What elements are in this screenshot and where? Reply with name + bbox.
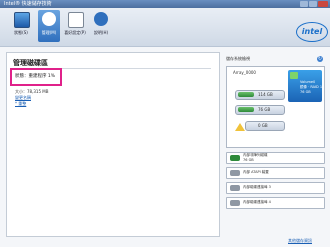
pane-title: 管理磁碟區 xyxy=(13,59,48,67)
optical-drive-icon xyxy=(230,170,240,176)
help-icon xyxy=(94,12,108,26)
status-tab[interactable]: 狀態(S) xyxy=(12,10,30,42)
storage-view-title: 儲存系統檢視 xyxy=(226,56,250,61)
disk-size: 76 GB xyxy=(258,107,271,112)
preferences-tab-label: 喜好設定(P) xyxy=(64,30,86,35)
disk-icon xyxy=(230,155,240,161)
disk-size: 114 GB xyxy=(258,92,273,97)
volume-tile[interactable]: Volume0 鏡像 · RAID 1 76 GB xyxy=(288,70,322,102)
volume-size: 76 GB xyxy=(300,90,311,94)
manage-tab-label: 管理(M) xyxy=(41,30,57,35)
disk-size: 0 GB xyxy=(258,123,268,128)
refresh-link[interactable]: * 重整 xyxy=(15,101,26,107)
port-row[interactable]: 內部 ATAPI 裝置 xyxy=(226,167,325,179)
storage-view-pane: 儲存系統檢視 ↻ Array_0000 114 GB 76 GB 0 GB Vo… xyxy=(222,52,325,235)
port-label: 內部磁碟連接埠 4 xyxy=(243,200,271,204)
port-icon xyxy=(230,200,240,206)
help-tab-label: 說明(H) xyxy=(93,30,109,35)
status-text: 狀態：重建程序 1% xyxy=(15,74,56,79)
manage-tab[interactable]: 管理(M) xyxy=(38,10,60,42)
toolbar: 狀態(S) 管理(M) 喜好設定(P) 說明(H) intel xyxy=(0,8,330,47)
help-tab[interactable]: 說明(H) xyxy=(92,10,110,42)
app-window: Intel® 快速儲存技術 狀態(S) 管理(M) 喜好設定(P) 說明(H) … xyxy=(0,0,330,247)
disk-row[interactable]: 0 GB xyxy=(245,121,285,131)
gear-icon xyxy=(42,12,56,26)
title-bar: Intel® 快速儲存技術 xyxy=(0,0,330,8)
disk-icon xyxy=(238,92,254,97)
port-row[interactable]: 內部非陣列磁碟 76 GB xyxy=(226,152,325,164)
preferences-tab[interactable]: 喜好設定(P) xyxy=(64,10,86,42)
port-row[interactable]: 內部磁碟連接埠 4 xyxy=(226,197,325,209)
port-label: 內部磁碟連接埠 3 xyxy=(243,185,271,189)
warning-icon xyxy=(235,123,245,131)
refresh-icon[interactable]: ↻ xyxy=(317,56,323,62)
intel-logo: intel xyxy=(296,22,328,42)
port-label: 內部 ATAPI 裝置 xyxy=(243,170,269,174)
array-label: Array_0000 xyxy=(233,70,256,75)
status-tab-label: 狀態(S) xyxy=(14,30,28,35)
disk-icon xyxy=(238,107,254,112)
maximize-button[interactable] xyxy=(309,1,317,7)
more-storage-link[interactable]: 其他儲存資訊 xyxy=(288,238,312,244)
window-title: Intel® 快速儲存技術 xyxy=(4,1,52,7)
port-row[interactable]: 內部磁碟連接埠 3 xyxy=(226,182,325,194)
monitor-icon xyxy=(14,12,30,28)
disk-row[interactable]: 114 GB xyxy=(235,90,285,100)
array-box[interactable]: Array_0000 114 GB 76 GB 0 GB Volume0 鏡像 … xyxy=(226,66,325,148)
disk-row[interactable]: 76 GB xyxy=(235,105,285,115)
document-icon xyxy=(68,12,84,28)
volume-icon xyxy=(290,72,298,79)
minimize-button[interactable] xyxy=(300,1,308,7)
port-sub: 76 GB xyxy=(243,158,254,162)
manage-volume-pane: 管理磁碟區 狀態：重建程序 1% 大小：78,315 MB 變更名稱 * 重整 xyxy=(6,52,220,237)
volume-name: Volume0 xyxy=(300,80,316,84)
close-button[interactable] xyxy=(318,1,328,7)
port-icon xyxy=(230,185,240,191)
status-highlight: 狀態：重建程序 1% xyxy=(10,68,62,86)
